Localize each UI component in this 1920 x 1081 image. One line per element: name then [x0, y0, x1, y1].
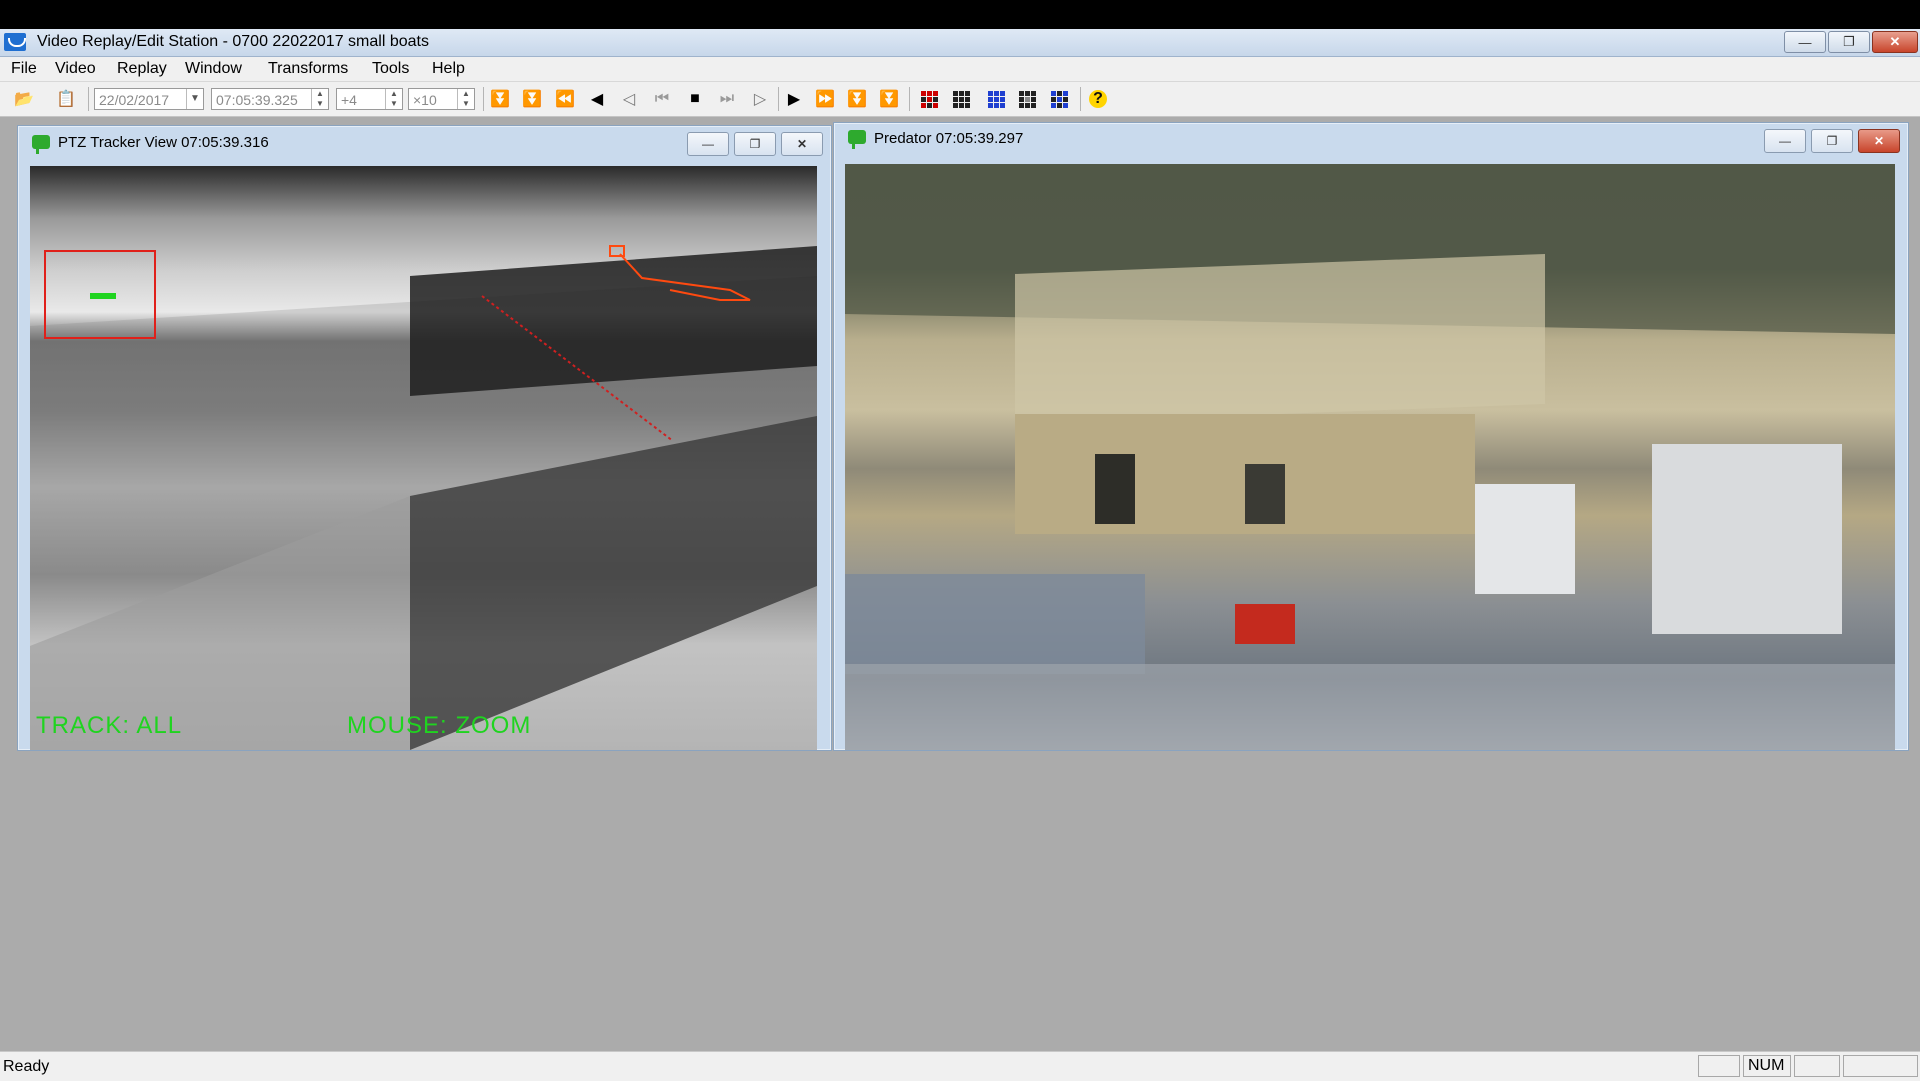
arched-window — [1245, 464, 1285, 524]
toolbar: 📂 📋 22/02/2017 ▼ 07:05:39.325 ▲ ▼ +4 ▲ ▼ ×… — [0, 82, 1920, 117]
ptz-maximize-button[interactable]: ❐ — [734, 132, 776, 156]
predator-window-title: Predator 07:05:39.297 — [874, 130, 1024, 147]
frame-forward-icon[interactable]: ▷ — [749, 88, 771, 110]
skip-start-icon[interactable]: ⏮ — [651, 88, 673, 110]
status-text: Ready — [3, 1058, 50, 1075]
camera-icon — [32, 135, 50, 154]
predator-window: Predator 07:05:39.297 — ❐ ✕ — [833, 122, 1909, 751]
toolbar-separator — [778, 87, 779, 111]
time-value: 07:05:39.325 — [216, 92, 298, 108]
spin-arrows-icon[interactable]: ▲ ▼ — [457, 89, 474, 109]
step-back-icon[interactable]: ◀ — [586, 88, 608, 110]
predator-window-titlebar[interactable]: Predator 07:05:39.297 — ❐ ✕ — [834, 123, 1908, 157]
num-lock-indicator: NUM — [1743, 1055, 1791, 1077]
menu-help[interactable]: Help — [432, 60, 465, 78]
layout-grid-icon[interactable] — [950, 88, 972, 110]
ptz-window-titlebar[interactable]: PTZ Tracker View 07:05:39.316 — ❐ ✕ — [18, 126, 831, 160]
toolbar-separator — [483, 87, 484, 111]
target-marker[interactable] — [609, 245, 625, 257]
ptz-minimize-button[interactable]: — — [687, 132, 729, 156]
frame-back-icon[interactable]: ◁ — [618, 88, 640, 110]
toolbar-separator — [909, 87, 910, 111]
silo-small — [1475, 484, 1575, 594]
status-panel-caps — [1698, 1055, 1740, 1077]
menu-file[interactable]: File — [11, 60, 37, 78]
spin-arrows-icon[interactable]: ▲ ▼ — [385, 89, 402, 109]
ptz-thermal-video[interactable]: TRACK: ALL MOUSE: ZOOM — [30, 166, 817, 750]
date-picker[interactable]: 22/02/2017 ▼ — [94, 88, 204, 110]
application-window: Video Replay/Edit Station - 0700 2202201… — [0, 29, 1920, 1081]
close-button[interactable]: ✕ — [1872, 31, 1918, 53]
app-icon — [4, 33, 26, 51]
arched-door — [1095, 454, 1135, 524]
predator-color-video[interactable] — [845, 164, 1895, 750]
predator-minimize-button[interactable]: — — [1764, 129, 1806, 153]
eject-disabled-icon[interactable]: ⏬ — [521, 88, 543, 110]
rock-cliff — [1015, 254, 1545, 424]
tracked-boat-marker — [90, 293, 116, 299]
time-stepper[interactable]: 07:05:39.325 ▲ ▼ — [211, 88, 329, 110]
menu-replay[interactable]: Replay — [117, 60, 167, 78]
predator-close-button[interactable]: ✕ — [1858, 129, 1900, 153]
step-stepper[interactable]: +4 ▲ ▼ — [336, 88, 403, 110]
menu-video[interactable]: Video — [55, 60, 96, 78]
ptz-close-button[interactable]: ✕ — [781, 132, 823, 156]
spin-arrows-icon[interactable]: ▲ ▼ — [311, 89, 328, 109]
eject-icon[interactable]: ⏬ — [489, 88, 511, 110]
track-all-label: TRACK: ALL — [36, 712, 183, 739]
speed-stepper[interactable]: ×10 ▲ ▼ — [408, 88, 475, 110]
layout-blue-grid-icon[interactable] — [985, 88, 1007, 110]
record-disabled-icon[interactable]: ⏬ — [846, 88, 868, 110]
menu-transforms[interactable]: Transforms — [268, 60, 348, 78]
speed-value: ×10 — [413, 92, 437, 108]
step-value: +4 — [341, 92, 357, 108]
help-icon[interactable]: ? — [1089, 90, 1107, 108]
skip-end-icon[interactable]: ⏭ — [716, 88, 738, 110]
red-truck — [1235, 604, 1295, 644]
predator-maximize-button[interactable]: ❐ — [1811, 129, 1853, 153]
storage-silo — [1652, 444, 1842, 634]
open-folder-icon[interactable]: 📂 — [13, 88, 35, 110]
ptz-tracker-window: PTZ Tracker View 07:05:39.316 — ❐ ✕ TRAC… — [17, 125, 832, 751]
toolbar-separator — [88, 87, 89, 111]
window-title: Video Replay/Edit Station - 0700 2202201… — [37, 33, 429, 50]
menu-tools[interactable]: Tools — [372, 60, 409, 78]
layout-red-grid-icon[interactable] — [918, 88, 940, 110]
toolbar-separator — [1080, 87, 1081, 111]
minimize-button[interactable]: — — [1784, 31, 1826, 53]
clipboard-icon[interactable]: 📋 — [55, 88, 77, 110]
layout-grid-alt-icon[interactable] — [1016, 88, 1038, 110]
camera-icon — [848, 130, 866, 149]
menu-bar: File Video Replay Window Transforms Tool… — [0, 57, 1920, 82]
play-icon[interactable]: ▶ — [783, 88, 805, 110]
chevron-down-icon[interactable]: ▼ — [186, 89, 203, 109]
fast-forward-icon[interactable]: ⏩ — [814, 88, 836, 110]
record-icon[interactable]: ⏬ — [878, 88, 900, 110]
status-panel-extra — [1843, 1055, 1918, 1077]
industrial-scene — [845, 164, 1895, 750]
thermal-scene — [30, 245, 817, 750]
restore-button[interactable]: ❐ — [1828, 31, 1870, 53]
menu-window[interactable]: Window — [185, 60, 242, 78]
title-bar: Video Replay/Edit Station - 0700 2202201… — [0, 29, 1920, 57]
date-value: 22/02/2017 — [99, 92, 170, 108]
status-panel-scroll — [1794, 1055, 1840, 1077]
status-bar: Ready NUM — [0, 1051, 1920, 1081]
layout-blue-grid-alt-icon[interactable] — [1048, 88, 1070, 110]
mouse-zoom-label: MOUSE: ZOOM — [347, 712, 532, 739]
ptz-window-title: PTZ Tracker View 07:05:39.316 — [58, 134, 269, 151]
stop-icon[interactable]: ■ — [684, 88, 706, 110]
fast-rewind-icon[interactable]: ⏪ — [554, 88, 576, 110]
yard-ground — [845, 664, 1895, 750]
tank-trailers — [845, 574, 1145, 674]
